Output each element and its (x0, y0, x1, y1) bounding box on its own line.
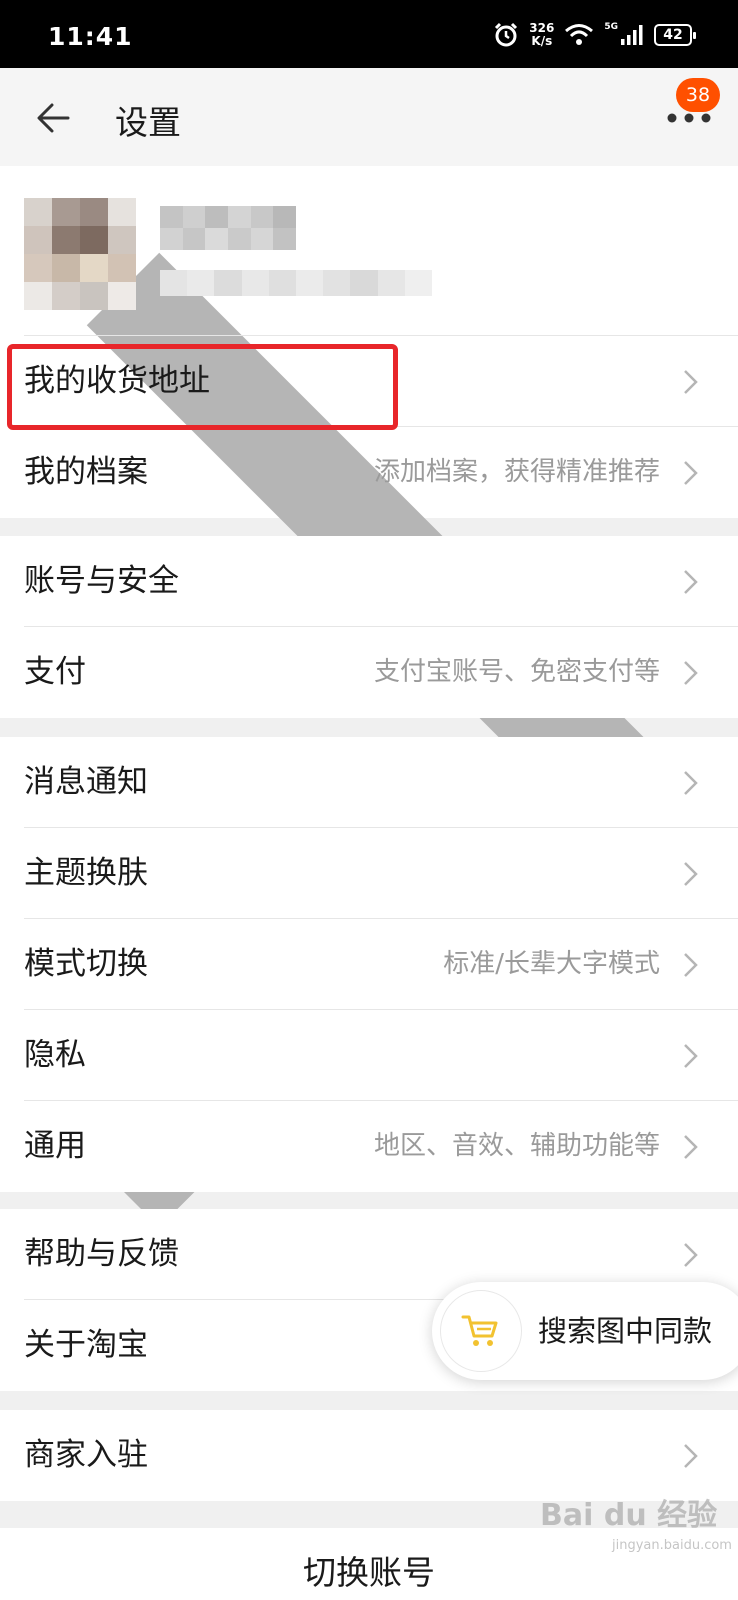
chevron-right-icon (684, 661, 698, 685)
page-title: 设置 (115, 103, 181, 142)
mode-switch-label: 模式切换 (24, 946, 148, 982)
alarm-icon (495, 22, 518, 47)
account-security-row[interactable]: 账号与安全 (0, 536, 738, 627)
search-same-item-button[interactable]: 搜索图中同款 (432, 1282, 738, 1380)
status-bar: 11:41 326 K/s 5G 42 (0, 0, 738, 68)
baidu-watermark: Bai du 经验 (540, 1498, 718, 1533)
theme-row[interactable]: 主题换肤 (0, 828, 738, 919)
payment-row[interactable]: 支付 支付宝账号、免密支付等 (0, 627, 738, 718)
merchant-row[interactable]: 商家入驻 (0, 1410, 738, 1501)
my-archive-label: 我的档案 (24, 454, 148, 490)
nav-bar: 设置 38 (0, 68, 738, 166)
privacy-row[interactable]: 隐私 (0, 1010, 738, 1101)
status-time: 11:41 (48, 22, 133, 51)
username-blurred (160, 206, 296, 250)
payment-label: 支付 (24, 654, 86, 690)
baidu-watermark-url: jingyan.baidu.com (612, 1538, 732, 1553)
chevron-right-icon (684, 1444, 698, 1468)
status-icons: 326 K/s 5G 42 (493, 18, 696, 52)
chevron-right-icon (684, 1044, 698, 1068)
account-id-blurred (160, 270, 432, 296)
preferences-group: 消息通知 主题换肤 模式切换 标准/长辈大字模式 隐私 通用 地区、音效、辅助功… (0, 737, 738, 1192)
general-label: 通用 (24, 1128, 86, 1164)
notifications-row[interactable]: 消息通知 (0, 737, 738, 828)
my-archive-row[interactable]: 我的档案 添加档案，获得精准推荐 (0, 427, 738, 518)
chevron-right-icon (684, 570, 698, 594)
chevron-right-icon (684, 461, 698, 485)
help-feedback-label: 帮助与反馈 (24, 1236, 179, 1272)
wifi-icon (565, 24, 594, 45)
chevron-right-icon (684, 862, 698, 886)
account-group: 账号与安全 支付 支付宝账号、免密支付等 (0, 536, 738, 718)
mode-switch-hint: 标准/长辈大字模式 (443, 949, 660, 979)
profile-row[interactable] (0, 166, 738, 1228)
network-type: 5G (604, 22, 618, 32)
mode-switch-row[interactable]: 模式切换 标准/长辈大字模式 (0, 919, 738, 1010)
battery-icon: 42 (654, 24, 696, 46)
privacy-label: 隐私 (24, 1037, 86, 1073)
chevron-right-icon (684, 771, 698, 795)
chevron-right-icon (684, 953, 698, 977)
highlight-box (7, 344, 398, 430)
chevron-right-icon (684, 1135, 698, 1159)
switch-account-label: 切换账号 (303, 1553, 435, 1592)
signal-icon (621, 25, 643, 45)
notifications-label: 消息通知 (24, 764, 148, 800)
general-hint: 地区、音效、辅助功能等 (373, 1131, 660, 1161)
theme-label: 主题换肤 (24, 855, 148, 891)
notification-badge: 38 (676, 78, 720, 112)
about-label: 关于淘宝 (24, 1327, 148, 1363)
chevron-right-icon (684, 1243, 698, 1267)
cart-icon (440, 1290, 522, 1372)
net-speed: 326 K/s (529, 21, 555, 48)
payment-hint: 支付宝账号、免密支付等 (373, 657, 660, 687)
chevron-right-icon (684, 370, 698, 394)
search-same-item-label: 搜索图中同款 (538, 1314, 713, 1348)
avatar (24, 198, 136, 310)
merchant-label: 商家入驻 (24, 1437, 148, 1473)
back-arrow-icon[interactable] (32, 96, 76, 140)
my-archive-hint: 添加档案，获得精准推荐 (373, 457, 660, 487)
general-row[interactable]: 通用 地区、音效、辅助功能等 (0, 1101, 738, 1192)
account-security-label: 账号与安全 (24, 563, 179, 599)
profile-group: 我的收货地址 我的档案 添加档案，获得精准推荐 (0, 166, 738, 1228)
merchant-group: 商家入驻 (0, 1410, 738, 1501)
